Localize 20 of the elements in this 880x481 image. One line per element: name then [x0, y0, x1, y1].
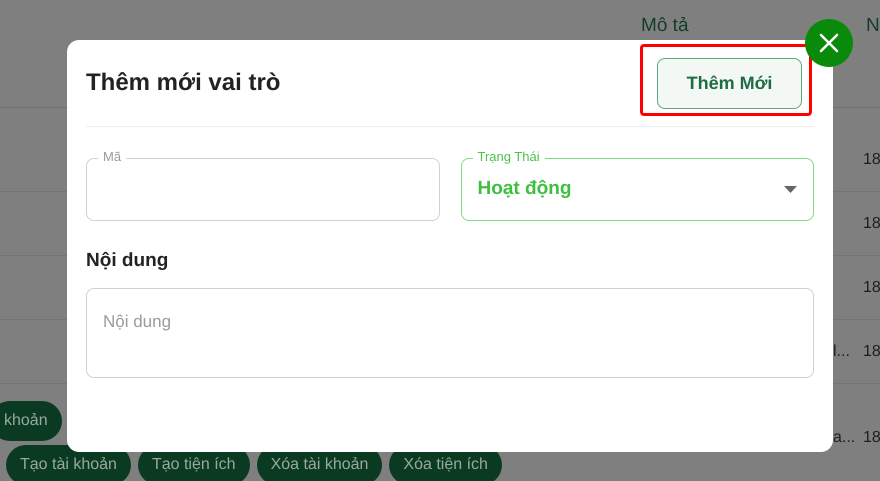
close-icon [819, 33, 839, 53]
table-cell-text: 18 [863, 342, 880, 362]
permission-tag: khoản [0, 401, 62, 441]
dialog-title: Thêm mới vai trò [86, 68, 280, 98]
permission-tag: Tạo tài khoản [6, 445, 131, 481]
add-new-button[interactable]: Thêm Mới [657, 58, 802, 108]
table-cell-text: a... [833, 428, 856, 448]
table-cell-text: 18 [863, 278, 880, 298]
table-cell-text: 18 [863, 428, 880, 448]
table-cell-text: 18 [863, 214, 880, 234]
content-label: Nội dung [86, 249, 170, 273]
field-label: Trạng Thái [472, 148, 545, 166]
select-value: Hoạt động [478, 177, 572, 202]
dropdown-caret-icon [784, 186, 797, 193]
close-button[interactable] [805, 19, 853, 67]
table-cell-text: l... [833, 342, 851, 362]
content-field[interactable]: Nội dung [86, 288, 814, 378]
column-header: N [866, 14, 880, 38]
table-cell-text: 18 [863, 150, 880, 170]
column-header: Mô tả [641, 14, 689, 38]
